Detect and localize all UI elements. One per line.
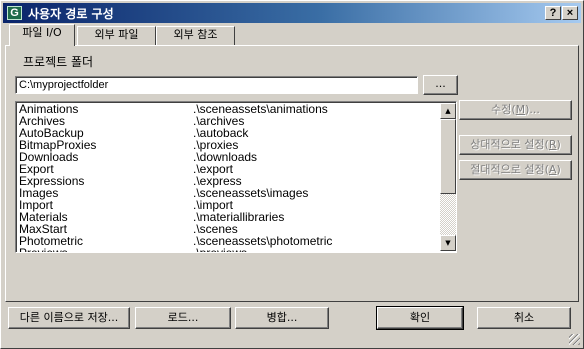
window-title: 사용자 경로 구성 bbox=[28, 7, 114, 21]
browse-button[interactable]: ... bbox=[423, 75, 458, 95]
path-name: Previews bbox=[19, 246, 68, 253]
resize-grip-icon[interactable] bbox=[569, 334, 580, 345]
merge-button[interactable]: 병합... bbox=[235, 307, 329, 329]
app-icon: G bbox=[7, 6, 22, 20]
tab-external-files[interactable]: 외부 파일 bbox=[77, 26, 156, 45]
make-relative-label: 상대적으로 설정( bbox=[470, 138, 549, 151]
scroll-thumb[interactable] bbox=[440, 119, 456, 194]
cancel-button[interactable]: 취소 bbox=[477, 307, 571, 329]
tab-xrefs[interactable]: 외부 참조 bbox=[156, 26, 235, 45]
scroll-down-icon[interactable]: ▼ bbox=[440, 235, 456, 251]
make-relative-suffix: ) bbox=[556, 138, 561, 151]
title-bar[interactable]: G 사용자 경로 구성 ? × bbox=[3, 3, 581, 23]
help-button[interactable]: ? bbox=[545, 6, 561, 20]
make-relative-button[interactable]: 상대적으로 설정(R) bbox=[459, 135, 572, 155]
make-absolute-button[interactable]: 절대적으로 설정(A) bbox=[459, 160, 572, 180]
path-value: .\previews bbox=[193, 246, 248, 253]
project-folder-label: 프로젝트 폴더 bbox=[23, 55, 94, 69]
modify-button-label: 수정( bbox=[491, 103, 516, 116]
make-absolute-suffix: ) bbox=[556, 163, 561, 176]
ok-button[interactable]: 확인 bbox=[376, 306, 464, 330]
list-scrollbar[interactable]: ▲ ▼ bbox=[440, 103, 456, 251]
path-list[interactable]: Animations .\sceneassets\animations Archiv… bbox=[15, 101, 457, 253]
save-as-button[interactable]: 다른 이름으로 저장... bbox=[8, 307, 130, 329]
modify-button[interactable]: 수정(M)... bbox=[459, 100, 572, 120]
modify-button-key: M bbox=[515, 103, 526, 116]
modify-button-suffix: )... bbox=[525, 103, 540, 116]
make-absolute-label: 절대적으로 설정( bbox=[470, 163, 549, 176]
scroll-up-icon[interactable]: ▲ bbox=[440, 103, 456, 119]
close-button[interactable]: × bbox=[562, 6, 578, 20]
load-button[interactable]: 로드... bbox=[135, 307, 231, 329]
make-relative-key: R bbox=[548, 138, 557, 151]
user-paths-dialog: G 사용자 경로 구성 ? × 파일 I/O 외부 파일 외부 참조 프로젝트 … bbox=[0, 0, 584, 349]
project-folder-field[interactable]: C:\myprojectfolder bbox=[15, 76, 418, 94]
tab-file-io[interactable]: 파일 I/O bbox=[9, 24, 75, 46]
list-item[interactable]: Previews .\previews bbox=[19, 246, 439, 253]
